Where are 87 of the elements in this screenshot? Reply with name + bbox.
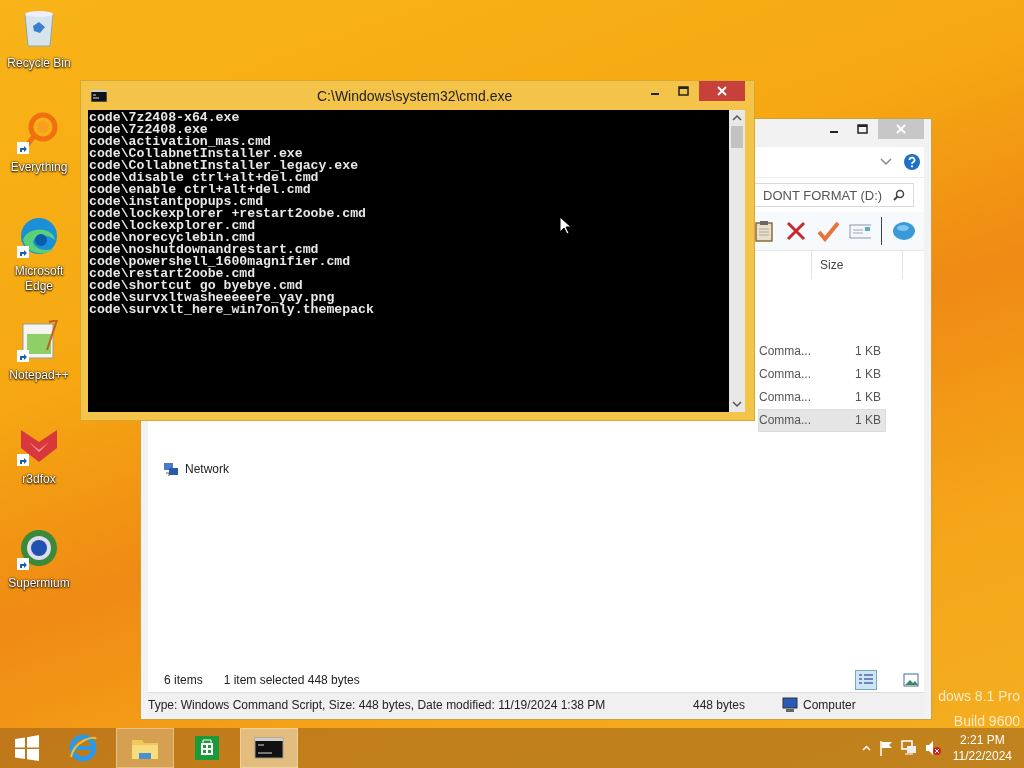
nav-item[interactable]: Network [163,461,758,477]
nav-item-label[interactable]: Network [185,462,229,476]
chevron-up-icon [861,745,871,751]
toolbar-button[interactable] [892,220,916,242]
console-line: code\powershell_1600magnifier.cmd [89,256,351,268]
console-line: code\CollabnetInstaller.exe [89,148,303,160]
console-line: code\disable ctrl+alt+del.cmd [89,172,319,184]
file-size-cell-text: 1 KB [855,412,881,429]
large-icons-view-button[interactable] [900,670,922,690]
clock-button[interactable]: 2:21 PM 11/22/2024 [948,732,1016,764]
details-view-button[interactable] [855,670,877,690]
file-details-text: Type: Windows Command Script, Size: 448 bytes, Date modified: 11/19/2024 1:38 PM [148,698,607,712]
edge-icon[interactable] [19,216,59,256]
network-button[interactable] [900,740,917,756]
checkmark-icon [817,220,839,242]
console-line: code\noshutdownandrestart.cmd [89,244,319,256]
file-row[interactable]: Comma... 1 KB [758,363,886,386]
toolbar-button[interactable] [785,220,807,242]
shopping-bag-icon [192,733,222,763]
picture-view-icon [903,673,919,687]
network-icon [900,740,917,756]
location-text: Computer [803,698,856,712]
volume-button[interactable] [924,740,941,756]
maximize-icon [677,86,689,96]
selection-info-text: 1 item selected 448 bytes [223,673,360,687]
close-button[interactable] [699,81,745,101]
details-view-icon [858,673,874,687]
windows-logo-icon [14,735,40,761]
file-size-cell-text: 1 KB [855,343,881,360]
toolbar-button[interactable] [753,220,775,242]
close-icon [896,124,906,134]
minimize-icon [830,131,838,133]
column-header[interactable]: Size [811,251,903,279]
console-line: code\lockexplorer.cmd [89,220,256,232]
globe-icon[interactable] [19,528,59,568]
network-icon [163,461,179,477]
console-line: code\instantpopups.cmd [89,196,264,208]
file-row[interactable]: Comma... 1 KB [758,409,886,432]
action-center-button[interactable] [878,740,893,756]
console-line: code\CollabnetInstaller_legacy.exe [89,160,359,172]
show-hidden-icons-button[interactable] [861,745,871,751]
console-line: code\shortcut go byebye.cmd [89,280,303,292]
console-icon [91,89,107,102]
dropdown-button[interactable] [880,158,892,166]
console-line: code\activation_mas.cmd [89,136,272,148]
console-line: code\enable ctrl+alt+del.cmd [89,184,311,196]
computer-icon [781,697,799,713]
file-row[interactable]: Comma... 1 KB [758,340,886,363]
clipboard-icon [753,220,775,242]
scrollbar[interactable] [729,110,745,412]
toolbar-button[interactable] [817,220,839,242]
edition-watermark-text: Build 9600 [952,712,1020,731]
scroll-down-icon [732,400,742,408]
sphere-icon [892,220,916,242]
edition-watermark-text: dows 8.1 Pro [938,687,1020,706]
console-line: code\survxlt_here_win7only.themepack [89,304,374,316]
scroll-up-icon [732,114,742,122]
minimize-icon [651,93,659,95]
help-button[interactable] [904,154,920,170]
notepad-icon[interactable] [19,320,59,360]
speaker-muted-icon [924,740,941,756]
console-line: code\survxltwasheeeeere_yay.png [89,292,335,304]
delete-cross-icon [785,220,807,242]
file-type-cell-text: Comma... [759,366,811,383]
mouse-pointer-icon [559,216,571,235]
file-size-text: 448 bytes [693,698,747,712]
maximize-icon [856,124,868,134]
close-icon [717,86,727,96]
item-count-text: 6 items [164,673,203,687]
file-type-cell-text: Comma... [759,343,811,360]
scrollbar-thumb[interactable] [731,126,743,148]
window-title: C:\Windows\system32\cmd.exe [316,87,514,104]
file-size-cell-text: 1 KB [855,389,881,406]
taskbar-button[interactable] [240,728,298,768]
search-icon [893,189,905,201]
console-line: code\lockexplorer +restart2oobe.cmd [89,208,366,220]
search-field[interactable]: DONT FORMAT (D:) [754,183,914,207]
file-type-cell-text: Comma... [759,389,811,406]
console-line: code\norecyclebin.cmd [89,232,256,244]
file-size-cell-text: 1 KB [855,366,881,383]
file-type-cell-text: Comma... [759,412,811,429]
console-line: code\7z2408-x64.exe [89,112,240,124]
console-line: code\7z2408.exe [89,124,208,136]
file-row[interactable]: Comma... 1 KB [758,386,886,409]
internet-explorer-icon [68,733,98,763]
console-line: code\restart2oobe.cmd [89,268,256,280]
flag-icon [878,740,893,756]
